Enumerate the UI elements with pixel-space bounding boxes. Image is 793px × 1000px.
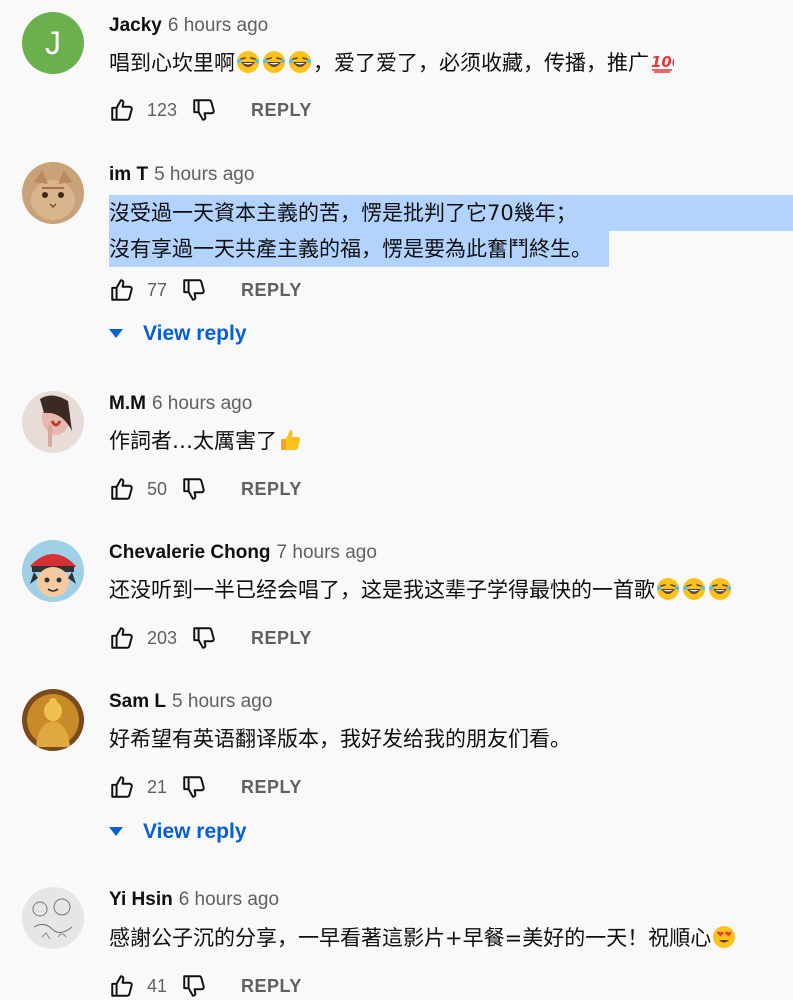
comment-line: 感謝公子沉的分享，一早看著這影片+早餐=美好的一天！祝順心 xyxy=(109,920,737,956)
comment-text-part: 感謝公子沉的分享，一早看著這影片+早餐=美好的一天！祝順心 xyxy=(109,926,712,950)
reply-button[interactable]: REPLY xyxy=(241,777,302,798)
buddha-avatar-image xyxy=(22,689,84,751)
comment-header: Sam L 5 hours ago xyxy=(109,691,272,713)
thumbs-down-icon[interactable] xyxy=(181,277,207,303)
comment-timestamp[interactable]: 7 hours ago xyxy=(277,542,377,563)
comment-text: 感謝公子沉的分享，一早看著這影片+早餐=美好的一天！祝順心 xyxy=(109,920,737,956)
comment-line: 好希望有英语翻译版本，我好发给我的朋友们看。 xyxy=(109,727,571,751)
thumbs-up-icon[interactable] xyxy=(109,97,135,123)
comment-timestamp[interactable]: 6 hours ago xyxy=(168,15,268,36)
comment-thread: J Jacky 6 hours ago 唱到心坎里啊 ，爱了爱了，必须收藏，传播，推… xyxy=(0,12,793,132)
like-count: 41 xyxy=(147,975,168,996)
like-count: 123 xyxy=(147,99,178,120)
comment-header: im T 5 hours ago xyxy=(109,164,254,186)
avatar[interactable] xyxy=(22,391,84,453)
view-reply-label: View reply xyxy=(143,322,247,345)
comment-text-part: 作詞者…太厲害了 xyxy=(109,429,277,453)
thumbs-up-icon[interactable] xyxy=(109,476,135,502)
heart-eyes-emoji-icon xyxy=(712,925,736,949)
comment-text-part: 唱到心坎里啊 xyxy=(109,51,235,75)
thumbs-down-icon[interactable] xyxy=(181,973,207,999)
reply-button[interactable]: REPLY xyxy=(241,280,302,301)
thumbs-down-icon[interactable] xyxy=(181,476,207,502)
author-name[interactable]: M.M xyxy=(109,393,146,414)
comment-thread: Yi Hsin 6 hours ago 感謝公子沉的分享，一早看著這影片+早餐=美… xyxy=(0,887,793,1000)
comment-line-selected: 沒有享過一天共產主義的福，愣是要為此奮鬥終生。 xyxy=(109,231,609,267)
laughing-emoji-icon xyxy=(708,577,732,601)
comment-timestamp[interactable]: 5 hours ago xyxy=(172,691,272,712)
portrait-avatar-image xyxy=(22,391,84,453)
comment-header: Chevalerie Chong 7 hours ago xyxy=(109,542,377,564)
author-name[interactable]: Sam L xyxy=(109,691,166,712)
laughing-emoji-icon xyxy=(262,50,286,74)
comment-thread: Sam L5 hours ago 好希望有英语翻译版本，我好发给我的朋友们看。 … xyxy=(0,689,793,859)
comments-list: J Jacky 6 hours ago 唱到心坎里啊 ，爱了爱了，必须收藏，传播，推… xyxy=(0,0,793,1000)
avatar[interactable]: J xyxy=(22,12,84,74)
comment-text: 沒受過一天資本主義的苦，愣是批判了它70幾年； 沒有享過一天共產主義的福，愣是要… xyxy=(109,195,793,267)
comment-line: 唱到心坎里啊 ，爱了爱了，必须收藏，传播，推广 xyxy=(109,45,675,81)
caret-down-icon xyxy=(109,329,123,339)
comment-text: 唱到心坎里啊 ，爱了爱了，必须收藏，传播，推广 xyxy=(109,45,675,81)
comment-header: Jacky 6 hours ago xyxy=(109,15,268,37)
comment-actions: 77 REPLY xyxy=(109,275,302,305)
comment-line: 作詞者…太厲害了 xyxy=(109,423,303,459)
thumbs-down-icon[interactable] xyxy=(191,97,217,123)
sketch-avatar-image xyxy=(22,887,84,949)
thumbs-up-icon[interactable] xyxy=(109,277,135,303)
avatar[interactable] xyxy=(22,689,84,751)
comment-header: M.M 6 hours ago xyxy=(109,393,252,415)
comment-text: 作詞者…太厲害了 xyxy=(109,423,303,459)
author-name[interactable]: im T xyxy=(109,164,148,185)
author-name[interactable]: Chevalerie Chong xyxy=(109,542,271,563)
comment-timestamp[interactable]: 6 hours ago xyxy=(179,889,279,910)
comment-text: 好希望有英语翻译版本，我好发给我的朋友们看。 xyxy=(109,721,571,757)
comment-timestamp[interactable]: 6 hours ago xyxy=(152,393,252,414)
comment-text-part: 还没听到一半已经会唱了，这是我这辈子学得最快的一首歌 xyxy=(109,578,655,602)
thumbs-up-emoji-icon xyxy=(278,428,302,452)
avatar[interactable] xyxy=(22,887,84,949)
comment-line: 还没听到一半已经会唱了，这是我这辈子学得最快的一首歌 xyxy=(109,572,733,608)
thumbs-down-icon[interactable] xyxy=(191,625,217,651)
hundred-points-emoji-icon xyxy=(650,50,674,74)
reply-button[interactable]: REPLY xyxy=(241,479,302,500)
reply-button[interactable]: REPLY xyxy=(241,976,302,997)
comment-line-selected: 沒受過一天資本主義的苦，愣是批判了它70幾年； xyxy=(109,195,793,231)
comment-thread: Chevalerie Chong 7 hours ago 还没听到一半已经会唱了，… xyxy=(0,540,793,660)
view-reply-button[interactable]: View reply xyxy=(109,322,247,346)
laughing-emoji-icon xyxy=(288,50,312,74)
comment-actions: 123 REPLY xyxy=(109,95,312,125)
comment-thread: M.M 6 hours ago 作詞者…太厲害了 50 REPLY xyxy=(0,391,793,511)
author-name[interactable]: Yi Hsin xyxy=(109,889,173,910)
comment-actions: 21 REPLY xyxy=(109,772,302,802)
reply-button[interactable]: REPLY xyxy=(251,628,312,649)
laughing-emoji-icon xyxy=(682,577,706,601)
thumbs-down-icon[interactable] xyxy=(181,774,207,800)
author-name[interactable]: Jacky xyxy=(109,15,162,36)
reply-button[interactable]: REPLY xyxy=(251,100,312,121)
view-reply-label: View reply xyxy=(143,820,247,843)
avatar[interactable] xyxy=(22,540,84,602)
avatar[interactable] xyxy=(22,162,84,224)
comment-text-part: ，爱了爱了，必须收藏，传播，推广 xyxy=(313,51,649,75)
cartoon-avatar-image xyxy=(22,540,84,602)
laughing-emoji-icon xyxy=(656,577,680,601)
laughing-emoji-icon xyxy=(236,50,260,74)
comment-actions: 203 REPLY xyxy=(109,623,312,653)
comment-timestamp[interactable]: 5 hours ago xyxy=(154,164,254,185)
like-count: 21 xyxy=(147,776,168,797)
view-reply-button[interactable]: View reply xyxy=(109,820,247,844)
like-count: 50 xyxy=(147,478,168,499)
comment-actions: 41 REPLY xyxy=(109,971,302,1000)
comment-header: Yi Hsin 6 hours ago xyxy=(109,889,279,911)
comment-actions: 50 REPLY xyxy=(109,474,302,504)
thumbs-up-icon[interactable] xyxy=(109,774,135,800)
thumbs-up-icon[interactable] xyxy=(109,973,135,999)
like-count: 77 xyxy=(147,279,168,300)
caret-down-icon xyxy=(109,827,123,837)
cat-avatar-image xyxy=(22,162,84,224)
thumbs-up-icon[interactable] xyxy=(109,625,135,651)
comment-thread: im T 5 hours ago 沒受過一天資本主義的苦，愣是批判了它70幾年； … xyxy=(0,162,793,362)
like-count: 203 xyxy=(147,627,178,648)
comment-text: 还没听到一半已经会唱了，这是我这辈子学得最快的一首歌 xyxy=(109,572,733,608)
